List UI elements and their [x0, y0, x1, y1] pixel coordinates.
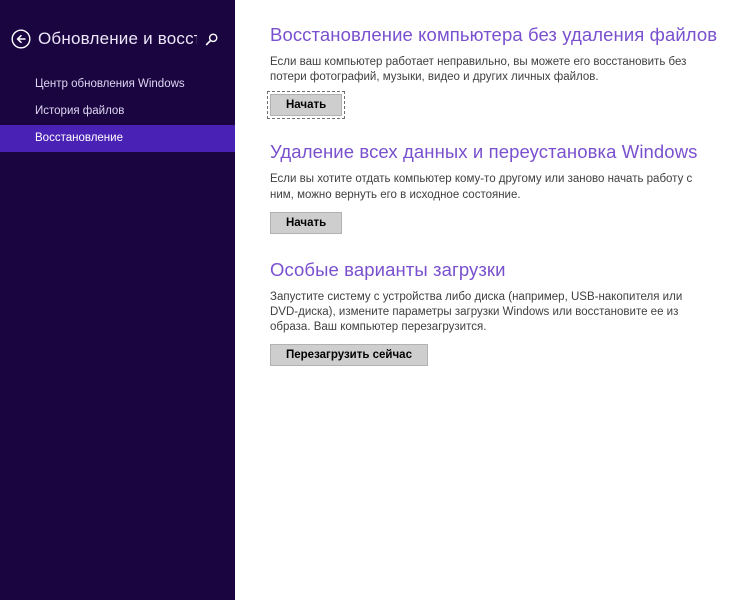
search-button[interactable] — [205, 32, 219, 46]
sidebar: Обновление и восстан... Центр обновления… — [0, 0, 235, 600]
sidebar-item-recovery[interactable]: Восстановление — [0, 125, 235, 152]
section-advanced-startup: Особые варианты загрузки Запустите систе… — [270, 259, 730, 367]
section-reset-pc: Удаление всех данных и переустановка Win… — [270, 141, 730, 233]
page-title: Обновление и восстан... — [38, 29, 197, 49]
section-heading: Особые варианты загрузки — [270, 259, 730, 281]
reset-start-button[interactable]: Начать — [270, 212, 342, 234]
section-description: Если вы хотите отдать компьютер кому-то … — [270, 172, 700, 202]
back-arrow-icon — [11, 29, 31, 49]
section-description: Запустите систему с устройства либо диск… — [270, 290, 700, 336]
sidebar-item-file-history[interactable]: История файлов — [0, 98, 235, 125]
refresh-start-button[interactable]: Начать — [270, 94, 342, 116]
pc-settings-window: Обновление и восстан... Центр обновления… — [0, 0, 750, 600]
sidebar-header: Обновление и восстан... — [0, 0, 235, 49]
restart-now-button[interactable]: Перезагрузить сейчас — [270, 344, 428, 366]
back-button[interactable] — [11, 29, 31, 49]
section-heading: Удаление всех данных и переустановка Win… — [270, 141, 730, 163]
sidebar-item-windows-update[interactable]: Центр обновления Windows — [0, 71, 235, 98]
sidebar-menu: Центр обновления Windows История файлов … — [0, 71, 235, 152]
section-refresh-pc: Восстановление компьютера без удаления ф… — [270, 24, 730, 116]
section-description: Если ваш компьютер работает неправильно,… — [270, 55, 700, 85]
search-icon — [205, 32, 219, 46]
section-heading: Восстановление компьютера без удаления ф… — [270, 24, 730, 46]
content-area: Восстановление компьютера без удаления ф… — [235, 0, 750, 600]
